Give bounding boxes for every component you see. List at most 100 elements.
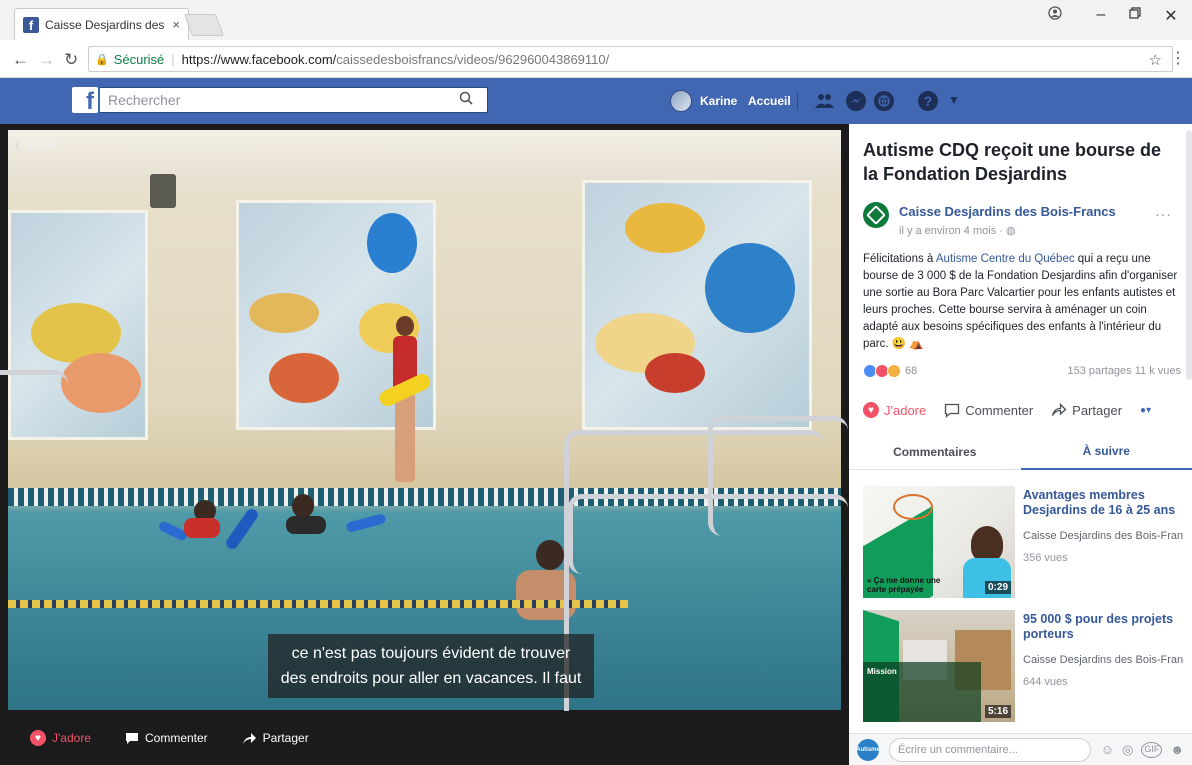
url-separator: |: [171, 51, 175, 67]
post-panel: Autisme CDQ reçoit une bourse de la Fond…: [849, 124, 1192, 765]
account-menu-caret-icon[interactable]: ▼: [948, 93, 960, 107]
back-button[interactable]: ‹ Retour: [14, 134, 57, 156]
lane-rope: [8, 600, 628, 608]
header-divider: [797, 92, 798, 110]
close-window-icon[interactable]: ✕: [1156, 6, 1186, 26]
page-avatar[interactable]: [863, 202, 889, 228]
tab-title: Caisse Desjardins des Bo: [45, 17, 166, 32]
caption-line: des endroits pour aller en vacances. Il …: [280, 670, 582, 687]
up-next-item[interactable]: « Ça me donne une carte prépayée 0:29 Av…: [863, 486, 1183, 606]
url-host: https://www.facebook.com/: [181, 51, 337, 67]
home-link[interactable]: Accueil: [748, 94, 791, 108]
video-action-bar: ♥ J'adore Commenter Partager: [0, 711, 849, 765]
post-text-part: qui a reçu une bourse de 3 000 $ de la F…: [863, 253, 1178, 350]
bookmark-star-icon[interactable]: ☆: [1149, 51, 1162, 69]
share-button[interactable]: Partager: [1051, 403, 1122, 418]
reload-icon[interactable]: ↻: [64, 50, 78, 70]
browser-tabstrip: f Caisse Desjardins des Bo × – ✕: [0, 0, 1192, 40]
profile-link[interactable]: Karine: [670, 90, 737, 112]
tab-up-next[interactable]: À suivre: [1020, 434, 1192, 470]
post-timestamp[interactable]: il y a environ 4 mois · ◍: [899, 224, 1016, 237]
swimmer: [292, 494, 314, 518]
video-thumbnail[interactable]: « Ça me donne une carte prépayée 0:29: [863, 486, 1015, 598]
facebook-favicon-icon: f: [23, 16, 39, 33]
sticker-icon[interactable]: ☻: [1170, 742, 1184, 758]
new-tab-button[interactable]: [183, 14, 225, 36]
up-next-source[interactable]: Caisse Desjardins des Bois-Francs: [1023, 654, 1183, 666]
search-input[interactable]: Rechercher: [100, 87, 488, 113]
share-icon: [1052, 403, 1067, 416]
profile-icon[interactable]: [1040, 6, 1070, 25]
up-next-views: 644 vues: [1023, 676, 1068, 688]
composer-icons: ☺ ◎ GIF ☻: [1101, 741, 1184, 758]
emoji-icon[interactable]: ☺: [1101, 742, 1114, 758]
url-path: caissedesboisfrancs/videos/9629600438691…: [336, 51, 610, 67]
up-next-source[interactable]: Caisse Desjardins des Bois-Francs: [1023, 530, 1183, 542]
lifeguard: [377, 316, 433, 486]
swimmer-body: [286, 516, 326, 534]
tab-close-icon[interactable]: ×: [172, 17, 180, 32]
mention-link[interactable]: Autisme Centre du Québec: [936, 253, 1075, 265]
reaction-count[interactable]: 68: [905, 365, 917, 377]
post-text: Félicitations à Autisme Centre du Québec…: [863, 251, 1181, 353]
pool-railing: [568, 494, 848, 574]
comment-input[interactable]: Écrire un commentaire...: [889, 737, 1091, 762]
more-options-icon[interactable]: ···: [1155, 206, 1172, 222]
video-player[interactable]: ‹ Retour ce n'est pas toujours évident d…: [0, 124, 849, 765]
panel-scrollbar[interactable]: [1186, 130, 1192, 380]
share-label: Partager: [1072, 402, 1123, 418]
search-icon[interactable]: [459, 91, 473, 108]
globe-icon: ◍: [1005, 225, 1016, 237]
shares-views[interactable]: 153 partages 11 k vues: [1067, 365, 1181, 377]
reaction-selector-caret-icon[interactable]: ●▾: [1140, 405, 1151, 416]
camera-icon[interactable]: ◎: [1122, 742, 1133, 758]
comment-icon: [945, 403, 960, 418]
comment-icon: [125, 732, 138, 744]
avatar: [670, 90, 692, 112]
comment-button[interactable]: Commenter: [944, 403, 1033, 418]
post-time-text: il y a environ 4 mois ·: [899, 225, 1006, 237]
friend-requests-icon[interactable]: [815, 91, 835, 111]
user-name: Karine: [700, 94, 738, 108]
up-next-title[interactable]: 95 000 $ pour des projets porteurs: [1023, 612, 1183, 642]
browser-tab[interactable]: f Caisse Desjardins des Bo ×: [14, 8, 189, 40]
url-field[interactable]: 🔒 Sécurisé | https://www.facebook.com/ca…: [88, 46, 1173, 72]
comment-placeholder: Écrire un commentaire...: [898, 743, 1018, 756]
thumbnail-caption: « Ça me donne une carte prépayée: [867, 576, 941, 594]
reactions-row: 68 153 partages 11 k vues: [863, 364, 1181, 378]
minimize-icon[interactable]: –: [1086, 6, 1116, 24]
comment-composer: Autisme Écrire un commentaire... ☺ ◎ GIF…: [849, 733, 1192, 765]
gif-icon[interactable]: GIF: [1141, 741, 1163, 758]
pool-noodle: [223, 506, 261, 552]
video-share-label: Partager: [262, 731, 309, 745]
video-thumbnail[interactable]: Mission 5:16: [863, 610, 1015, 722]
forward-arrow-icon[interactable]: →: [38, 50, 55, 70]
help-icon[interactable]: ?: [918, 91, 938, 111]
haha-reaction-icon: [887, 364, 901, 378]
panel-tabs: Commentaires À suivre: [849, 434, 1192, 470]
video-duration: 5:16: [984, 705, 1011, 718]
video-caption: ce n'est pas toujours évident de trouver…: [268, 634, 594, 698]
heart-icon: ♥: [30, 730, 46, 746]
tab-comments[interactable]: Commentaires: [849, 434, 1021, 470]
back-arrow-icon[interactable]: ←: [12, 50, 29, 70]
pool-noodle: [345, 512, 387, 534]
browser-menu-icon[interactable]: ⋮: [1170, 48, 1186, 68]
page-name-link[interactable]: Caisse Desjardins des Bois-Francs: [899, 204, 1116, 219]
facebook-logo[interactable]: f: [72, 87, 98, 114]
video-share-button[interactable]: Partager: [242, 731, 309, 745]
messenger-icon[interactable]: [846, 91, 866, 111]
thumbnail-caption: Mission: [867, 667, 897, 676]
video-comment-button[interactable]: Commenter: [125, 731, 208, 745]
love-button[interactable]: ♥ J'adore: [863, 402, 926, 418]
up-next-title[interactable]: Avantages membres Desjardins de 16 à 25 …: [1023, 488, 1183, 518]
video-love-button[interactable]: ♥ J'adore: [30, 730, 91, 746]
video-duration: 0:29: [984, 581, 1011, 594]
video-love-label: J'adore: [52, 731, 91, 745]
restore-icon[interactable]: [1120, 6, 1150, 24]
swimmer-body: [184, 518, 220, 538]
facebook-header: f Rechercher Karine Accueil ? ▼: [0, 78, 1192, 124]
up-next-item[interactable]: Mission 5:16 95 000 $ pour des projets p…: [863, 610, 1183, 730]
notifications-globe-icon[interactable]: [874, 91, 894, 111]
address-bar: ← → ↻ 🔒 Sécurisé | https://www.facebook.…: [0, 40, 1192, 78]
